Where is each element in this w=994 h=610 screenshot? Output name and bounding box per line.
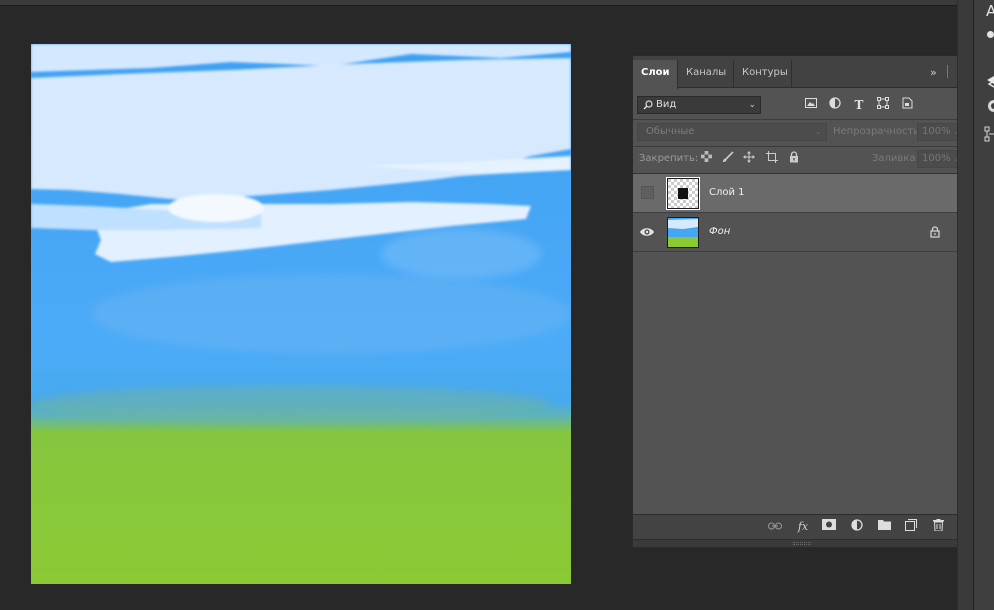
lock-transparent-pixels-icon[interactable] [698, 151, 714, 167]
fill-label: Заливка: [872, 153, 919, 164]
channels-icon[interactable] [982, 96, 994, 116]
new-group-folder-icon[interactable] [875, 519, 893, 535]
options-bar-edge [0, 0, 976, 6]
opacity-label: Непрозрачность: [833, 126, 923, 137]
layer-filter-select[interactable]: Вид ⌄ [637, 96, 761, 114]
layer-row-background[interactable]: Фон [633, 213, 958, 252]
layers-bottom-toolbar: fx [633, 514, 971, 539]
layer-thumbnail[interactable] [666, 177, 700, 210]
lock-image-pixels-brush-icon[interactable] [720, 151, 736, 167]
eye-icon[interactable] [639, 224, 655, 240]
layers-panel: Слои Каналы Контуры » ≡ Вид ⌄ T [632, 55, 972, 548]
layer-filter-value: Вид [656, 99, 677, 110]
layer-visibility-toggle[interactable] [641, 186, 654, 199]
character-panel-letter[interactable]: A [986, 2, 994, 20]
tab-layers[interactable]: Слои [633, 60, 678, 89]
fill-value: 100% [922, 153, 951, 164]
tab-paths[interactable]: Контуры [734, 60, 792, 88]
layers-stack-icon[interactable] [982, 70, 994, 90]
blend-mode-select[interactable]: Обычные ⌄ [637, 123, 827, 141]
link-layers-icon[interactable] [766, 519, 784, 535]
filter-shape-layers-icon[interactable] [875, 97, 891, 113]
canvas-painting [31, 44, 571, 584]
layer-name[interactable]: Слой 1 [709, 187, 745, 198]
divider [633, 146, 971, 147]
delete-layer-trash-icon[interactable] [929, 519, 947, 535]
panel-dock-column [957, 0, 973, 610]
layer-name[interactable]: Фон [709, 226, 730, 237]
filter-type-layers-icon[interactable]: T [851, 97, 867, 113]
opacity-value: 100% [922, 126, 951, 137]
collapse-panels-icon[interactable]: » [930, 66, 937, 79]
new-fill-adjustment-layer-icon[interactable] [848, 519, 866, 535]
lock-label: Закрепить: [639, 153, 699, 164]
tools-dock-column [973, 0, 994, 610]
tab-divider [947, 65, 948, 78]
lock-position-move-icon[interactable] [741, 151, 757, 167]
panel-tab-bar: Слои Каналы Контуры » ≡ [633, 56, 971, 89]
filter-pixel-layers-icon[interactable] [803, 97, 819, 113]
tab-channels[interactable]: Каналы [678, 60, 734, 88]
blend-mode-value: Обычные [646, 126, 695, 137]
new-layer-icon[interactable] [902, 519, 920, 535]
add-layer-mask-icon[interactable] [820, 519, 838, 535]
search-icon [643, 100, 653, 110]
layer-row-layer-1[interactable]: Слой 1 [633, 174, 958, 213]
document-canvas[interactable] [31, 44, 571, 584]
chevron-down-icon: ⌄ [748, 100, 756, 110]
filter-smart-objects-icon[interactable] [899, 97, 915, 113]
resize-grip [793, 542, 811, 545]
lock-all-icon[interactable] [786, 151, 802, 167]
lock-icon [930, 226, 940, 238]
fx-layer-style-icon[interactable]: fx [794, 519, 812, 535]
filter-adjustment-layers-icon[interactable] [827, 97, 843, 113]
paths-icon[interactable] [982, 124, 994, 144]
chevron-down-icon: ⌄ [814, 127, 822, 137]
divider [633, 119, 971, 120]
panel-resize-handle[interactable] [633, 539, 971, 547]
dot-icon[interactable] [987, 31, 994, 38]
photoshop-workspace: Слои Каналы Контуры » ≡ Вид ⌄ T [0, 0, 994, 610]
layer-thumbnail[interactable] [667, 217, 699, 248]
lock-artboard-icon[interactable] [764, 151, 780, 167]
